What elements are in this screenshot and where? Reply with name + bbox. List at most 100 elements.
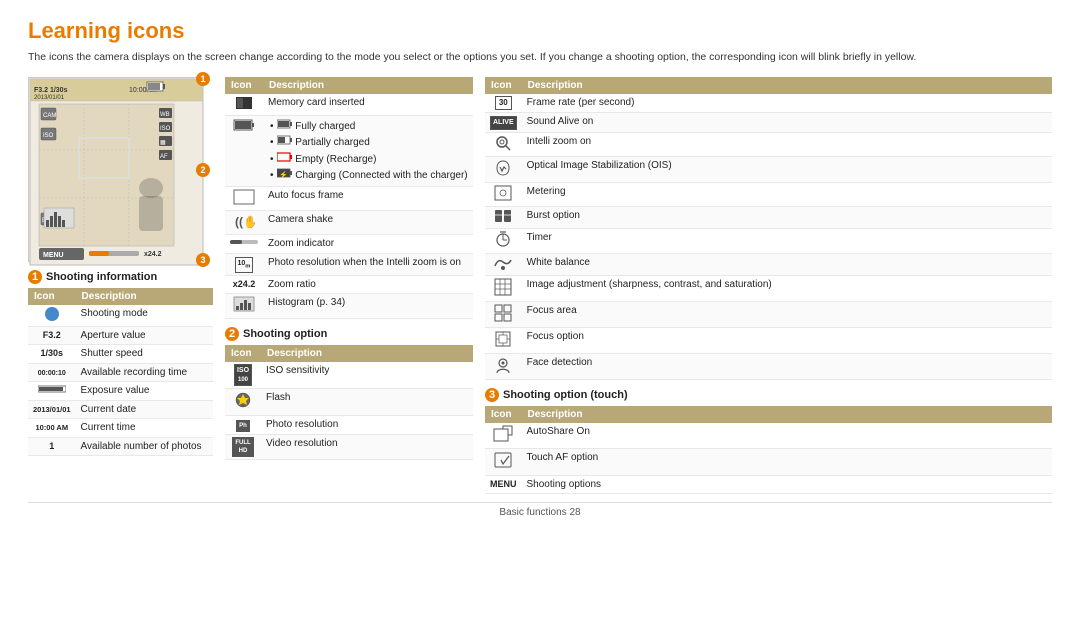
section2-header: 2 Shooting option [225, 327, 473, 341]
icon-cell [485, 328, 522, 354]
icon-cell [225, 186, 263, 210]
desc-cell: Frame rate (per second) [522, 94, 1052, 113]
table-row: ((✋)) Camera shake [225, 210, 473, 234]
s2-th-icon: Icon [225, 345, 261, 362]
section2-badge: 2 [225, 327, 239, 341]
section4-header: 3 Shooting option (touch) [485, 388, 1052, 402]
section1-badge: 1 [28, 270, 42, 284]
icon-cell [485, 157, 522, 183]
icon-cell: 30 [485, 94, 522, 113]
desc-cell: Face detection [522, 354, 1052, 380]
section4-table: Icon Description AutoShare On [485, 406, 1052, 494]
table-row: AutoShare On [485, 423, 1052, 449]
table-row: ISO100 ISO sensitivity [225, 362, 473, 389]
section2-table: Icon Description ISO100 ISO sensitivity … [225, 345, 473, 460]
svg-text:▦: ▦ [160, 140, 166, 146]
table-row: Auto focus frame [225, 186, 473, 210]
table-row: FULLHD Video resolution [225, 434, 473, 459]
icon-cell: ALIVE [485, 113, 522, 132]
s4-th-icon: Icon [485, 406, 522, 423]
desc-cell: Shutter speed [76, 345, 213, 364]
s2-th-desc: Description [261, 345, 473, 362]
desc-cell: Shooting options [522, 475, 1053, 494]
svg-text:x24.2: x24.2 [144, 251, 162, 258]
desc-cell: Flash [261, 389, 473, 415]
icon-cell: MENU [485, 475, 522, 494]
icon-cell [485, 229, 522, 253]
desc-cell: Photo resolution when the Intelli zoom i… [263, 253, 473, 275]
desc-cell: Intelli zoom on [522, 132, 1052, 156]
table-row: 10m Photo resolution when the Intelli zo… [225, 253, 473, 275]
footer-text: Basic functions 28 [499, 507, 580, 518]
table-row: Histogram (p. 34) [225, 294, 473, 318]
desc-cell: Zoom ratio [263, 275, 473, 294]
table-row: Focus option [485, 328, 1052, 354]
desc-cell: Available number of photos [76, 437, 213, 456]
table-row: 30 Frame rate (per second) [485, 94, 1052, 113]
icon-cell: 10m [225, 253, 263, 275]
s3-th-desc: Description [522, 77, 1052, 94]
desc-cell: White balance [522, 253, 1052, 275]
s3-th-icon: Icon [485, 77, 522, 94]
desc-cell: Touch AF option [522, 449, 1053, 475]
table-row: Memory card inserted [225, 94, 473, 116]
icon-cell [225, 235, 263, 254]
battery-list: • Fully charged • Partially charged • Em… [268, 118, 468, 184]
table-row: • Fully charged • Partially charged • Em… [225, 115, 473, 186]
icon-cell [485, 253, 522, 275]
desc-cell: Available recording time [76, 363, 213, 382]
svg-text:⚡: ⚡ [279, 170, 288, 178]
table-row: Burst option [485, 207, 1052, 229]
table-row: ALIVE Sound Alive on [485, 113, 1052, 132]
table-row: Image adjustment (sharpness, contrast, a… [485, 275, 1052, 301]
svg-text:((✋)): ((✋)) [235, 215, 255, 229]
table-row: Face detection [485, 354, 1052, 380]
s4-th-desc: Description [522, 406, 1053, 423]
table-row: 10:00 AM Current time [28, 419, 213, 438]
section1-table: Icon Description Shooting mode F3.2 Aper… [28, 288, 213, 457]
icon-cell: F3.2 [28, 326, 76, 345]
badge-2: 2 [196, 163, 210, 177]
desc-cell: Zoom indicator [263, 235, 473, 254]
table-row: Exposure value [28, 382, 213, 401]
svg-text:AF: AF [160, 154, 168, 160]
desc-cell: AutoShare On [522, 423, 1053, 449]
table-row: Focus area [485, 301, 1052, 327]
desc-cell: Current date [76, 400, 213, 419]
s1-th-icon: Icon [28, 288, 76, 305]
icon-cell [485, 354, 522, 380]
badge-3: 3 [196, 253, 210, 267]
icon-cell [485, 183, 522, 207]
table-row: Touch AF option [485, 449, 1052, 475]
section1-header: 1 Shooting information [28, 270, 213, 284]
icon-cell [28, 305, 76, 327]
svg-text:2013/01/01: 2013/01/01 [34, 95, 65, 101]
table-row: 1/30s Shutter speed [28, 345, 213, 364]
desc-cell: Camera shake [263, 210, 473, 234]
intro-text: The icons the camera displays on the scr… [28, 50, 1052, 65]
icon-cell [485, 449, 522, 475]
camera-diagram: F3.2 1/30s 2013/01/01 10:00AM [28, 77, 203, 262]
table-row: Intelli zoom on [485, 132, 1052, 156]
table-row: Optical Image Stabilization (OIS) [485, 157, 1052, 183]
icon-cell [485, 207, 522, 229]
table-row: Flash [225, 389, 473, 415]
table-row: MENU Shooting options [485, 475, 1052, 494]
sm-th-icon: Icon [225, 77, 263, 94]
table-row: Zoom indicator [225, 235, 473, 254]
svg-text:WB: WB [160, 112, 170, 118]
desc-cell: Exposure value [76, 382, 213, 401]
icon-cell: 1/30s [28, 345, 76, 364]
desc-cell: Focus area [522, 301, 1052, 327]
desc-cell: Burst option [522, 207, 1052, 229]
table-row: White balance [485, 253, 1052, 275]
desc-cell: Histogram (p. 34) [263, 294, 473, 318]
section-mid-table: Icon Description Memory card inserted [225, 77, 473, 319]
column-2: Icon Description Memory card inserted [225, 77, 473, 460]
icon-cell [485, 423, 522, 449]
table-row: 00:00:10 Available recording time [28, 363, 213, 382]
column-1: F3.2 1/30s 2013/01/01 10:00AM [28, 77, 213, 457]
icon-cell: FULLHD [225, 434, 261, 459]
column-3: Icon Description 30 Frame rate (per seco… [485, 77, 1052, 494]
table-row: 2013/01/01 Current date [28, 400, 213, 419]
